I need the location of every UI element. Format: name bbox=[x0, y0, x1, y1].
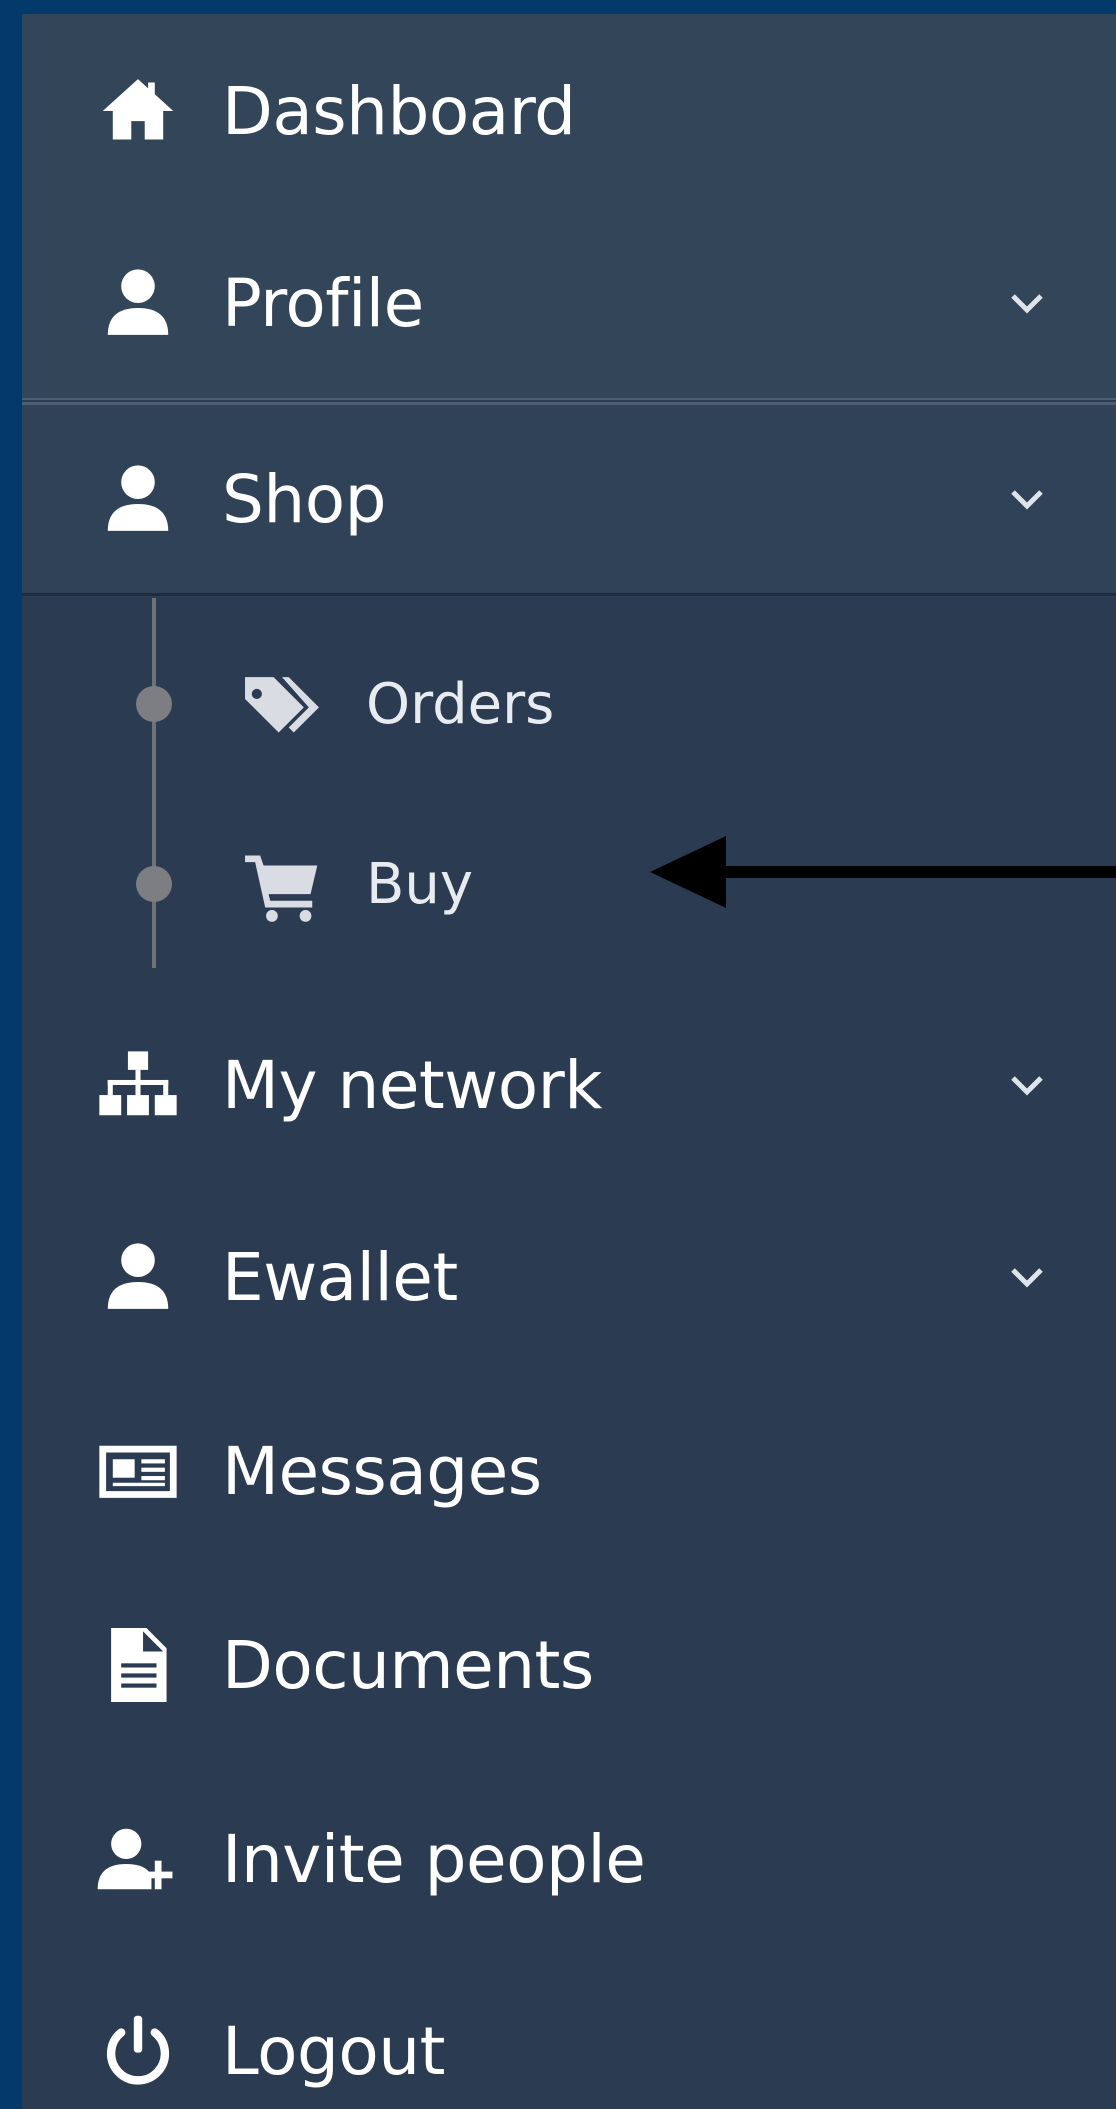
tags-icon bbox=[236, 658, 328, 750]
sidebar-item-label: Ewallet bbox=[222, 1238, 458, 1316]
sidebar-item-documents[interactable]: Documents bbox=[22, 1568, 1116, 1762]
sidebar-item-label: Shop bbox=[222, 460, 387, 538]
chevron-down-icon[interactable] bbox=[1007, 479, 1047, 519]
sidebar-item-profile[interactable]: Profile bbox=[22, 208, 1116, 400]
submenu-item-label: Buy bbox=[366, 851, 474, 917]
tree-node-dot bbox=[136, 866, 172, 902]
sidebar-item-logout[interactable]: Logout bbox=[22, 1954, 1116, 2109]
user-plus-icon bbox=[92, 1813, 184, 1905]
sitemap-icon bbox=[92, 1039, 184, 1131]
user-icon bbox=[92, 257, 184, 349]
sidebar-item-my-network[interactable]: My network bbox=[22, 988, 1116, 1182]
sidebar-item-invite-people[interactable]: Invite people bbox=[22, 1762, 1116, 1956]
annotation-arrow bbox=[650, 836, 1116, 908]
sidebar-item-label: Dashboard bbox=[222, 72, 576, 150]
sidebar-item-label: Invite people bbox=[222, 1820, 646, 1898]
sidebar-item-label: Logout bbox=[222, 2012, 445, 2090]
submenu-item-label: Orders bbox=[366, 671, 555, 737]
user-icon bbox=[92, 1231, 184, 1323]
tree-node-dot bbox=[136, 686, 172, 722]
user-icon bbox=[92, 453, 184, 545]
sidebar-item-ewallet[interactable]: Ewallet bbox=[22, 1180, 1116, 1374]
sidebar-item-label: My network bbox=[222, 1046, 603, 1124]
newspaper-icon bbox=[92, 1425, 184, 1517]
sidebar-item-shop[interactable]: Shop bbox=[22, 402, 1116, 596]
file-text-icon bbox=[92, 1619, 184, 1711]
chevron-down-icon[interactable] bbox=[1007, 1257, 1047, 1297]
sidebar-item-label: Messages bbox=[222, 1432, 542, 1510]
chevron-down-icon[interactable] bbox=[1007, 283, 1047, 323]
sidebar-item-messages[interactable]: Messages bbox=[22, 1374, 1116, 1568]
chevron-down-icon[interactable] bbox=[1007, 1065, 1047, 1105]
sidebar-item-label: Profile bbox=[222, 264, 424, 342]
power-icon bbox=[92, 2005, 184, 2097]
cart-icon bbox=[236, 838, 328, 930]
home-icon bbox=[92, 65, 184, 157]
sidebar-item-dashboard[interactable]: Dashboard bbox=[22, 14, 1116, 208]
submenu-item-orders[interactable]: Orders bbox=[22, 614, 1116, 794]
sidebar-item-label: Documents bbox=[222, 1626, 594, 1704]
sidebar-nav: Dashboard Profile Shop Orders Buy My net… bbox=[22, 14, 1116, 2109]
